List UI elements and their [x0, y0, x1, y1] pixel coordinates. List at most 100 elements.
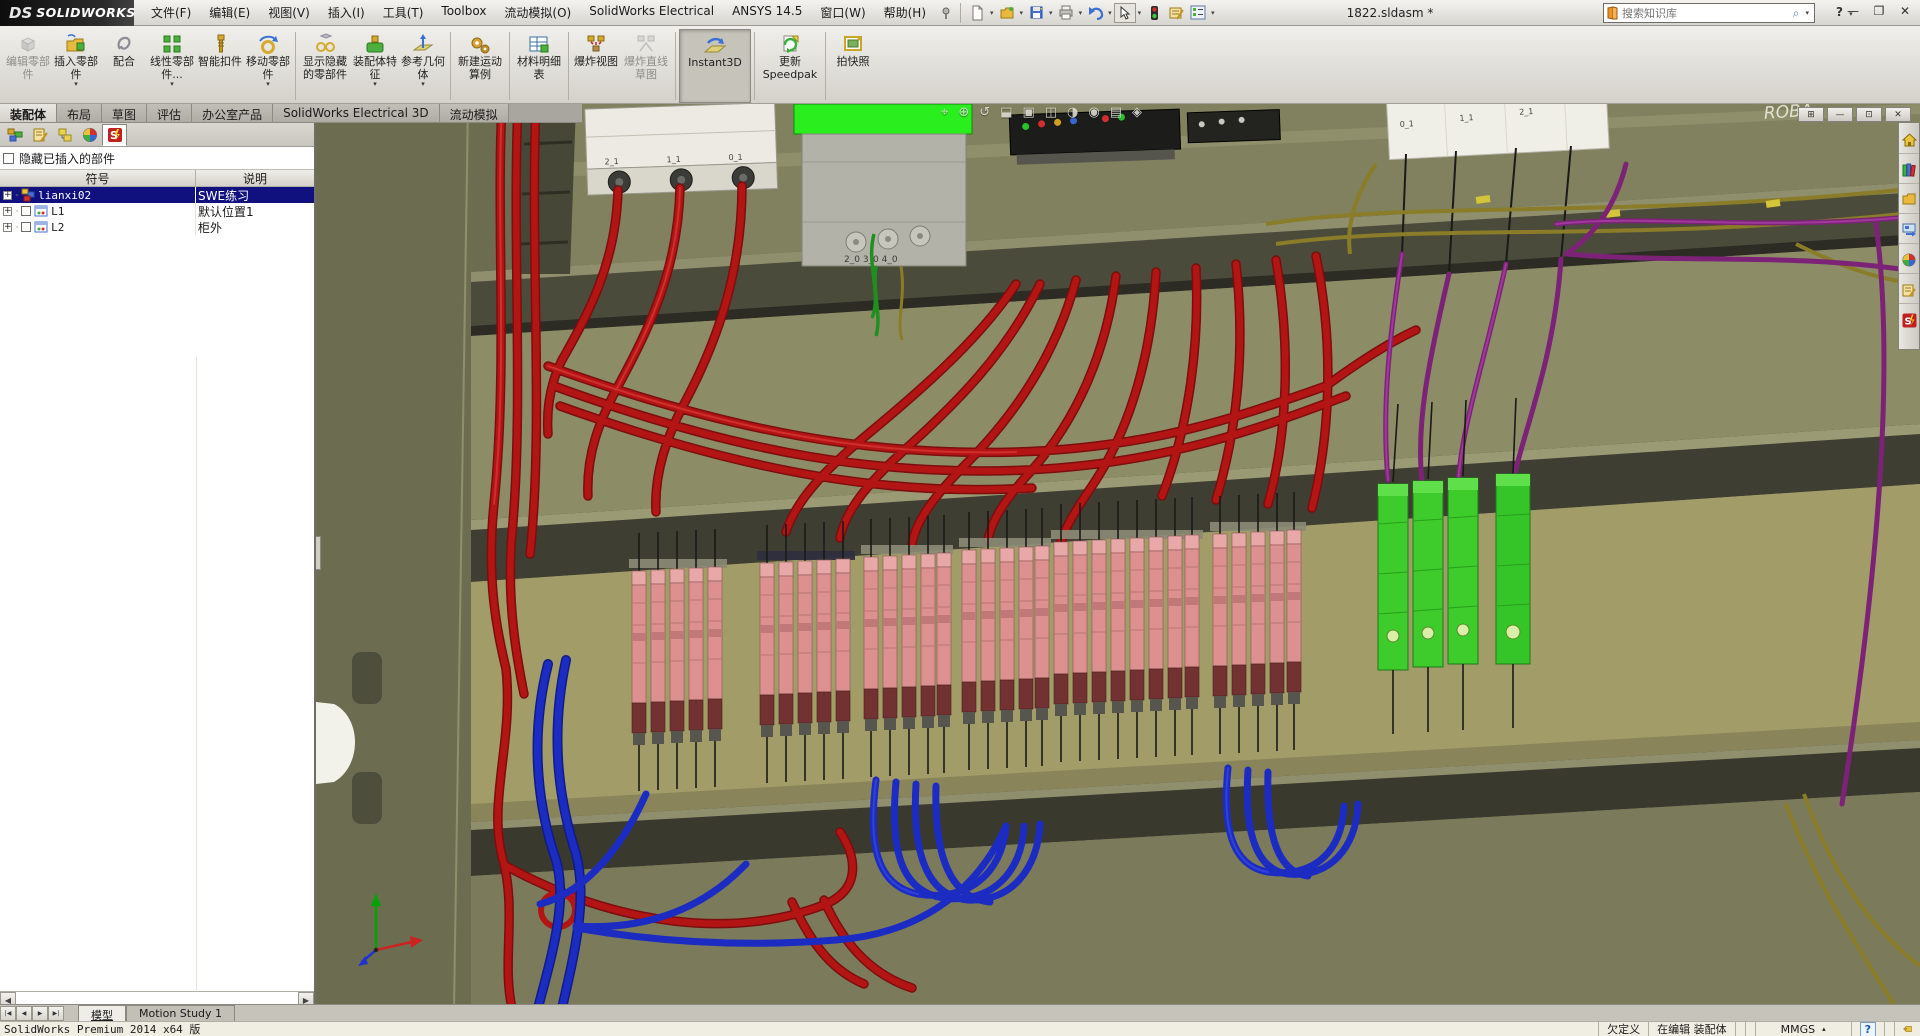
next-tab-icon[interactable]: ▶	[32, 1006, 48, 1021]
restore-button[interactable]: ❐	[1870, 4, 1888, 18]
row-checkbox[interactable]	[21, 206, 31, 216]
select-dropdown-caret[interactable]: ▾	[1138, 9, 1142, 17]
mate-button[interactable]: 配合	[100, 29, 148, 103]
file-explorer-icon[interactable]	[1899, 186, 1919, 214]
expand-icon[interactable]: +	[3, 191, 12, 200]
view-orientation-icon[interactable]: ▣	[1022, 105, 1034, 120]
tree-row-l2[interactable]: +·· L2 柜外	[0, 219, 314, 235]
solidworks-electrical-icon[interactable]: S	[1899, 306, 1919, 334]
pin-menu-icon[interactable]	[937, 4, 955, 22]
hide-inserted-checkbox[interactable]	[3, 153, 14, 164]
menu-ansys[interactable]: ANSYS 14.5	[723, 0, 811, 25]
exploded-view-button[interactable]: 爆炸视图	[572, 29, 620, 103]
search-magnifier-icon[interactable]: ⌕	[1793, 6, 1800, 21]
new-dropdown-caret[interactable]: ▾	[990, 9, 994, 17]
edit-appearance-icon[interactable]: ◉	[1088, 105, 1099, 120]
section-view-icon[interactable]: ⬓	[1000, 105, 1012, 120]
linear-pattern-button[interactable]: 线性零部件...▾	[148, 29, 196, 103]
symbol-column-header[interactable]: 符号	[0, 170, 196, 186]
minimize-button[interactable]: —	[1844, 4, 1862, 18]
view-settings-icon[interactable]: ◈	[1132, 105, 1142, 120]
solidworks-resources-icon[interactable]	[1899, 126, 1919, 154]
move-component-button[interactable]: 移动零部件▾	[244, 29, 292, 103]
open-icon[interactable]	[996, 3, 1018, 23]
print-dropdown-caret[interactable]: ▾	[1079, 9, 1083, 17]
display-style-icon[interactable]: ◫	[1045, 105, 1057, 120]
menu-file[interactable]: 文件(F)	[142, 0, 200, 25]
tree-row-l1[interactable]: +·· L1 默认位置1	[0, 203, 314, 219]
motion-study-tab[interactable]: Motion Study 1	[126, 1005, 235, 1021]
tab-assembly[interactable]: 装配体	[0, 104, 57, 122]
close-button[interactable]: ✕	[1896, 4, 1914, 18]
custom-properties-icon[interactable]	[1899, 276, 1919, 304]
status-help-button[interactable]: ?	[1851, 1022, 1884, 1036]
tab-sketch[interactable]: 草图	[102, 104, 147, 122]
last-tab-icon[interactable]: ▶|	[48, 1006, 64, 1021]
previous-view-icon[interactable]: ↺	[979, 105, 990, 120]
description-column-header[interactable]: 说明	[196, 170, 314, 186]
menu-flow-simulation[interactable]: 流动模拟(O)	[495, 0, 580, 25]
take-snapshot-button[interactable]: 拍快照	[829, 29, 877, 103]
close-document-icon[interactable]: ✕	[1885, 107, 1911, 122]
expand-icon[interactable]: +	[3, 223, 12, 232]
display-manager-tab[interactable]	[77, 124, 102, 146]
tab-evaluate[interactable]: 评估	[147, 104, 192, 122]
rebuild-traffic-light-icon[interactable]	[1143, 3, 1165, 23]
zoom-fit-icon[interactable]: ⌖	[941, 105, 948, 120]
menu-tools[interactable]: 工具(T)	[374, 0, 433, 25]
file-properties-icon[interactable]	[1165, 3, 1187, 23]
units-selector[interactable]: MMGS ▴	[1755, 1022, 1851, 1036]
menu-edit[interactable]: 编辑(E)	[200, 0, 259, 25]
undo-dropdown-caret[interactable]: ▾	[1108, 9, 1112, 17]
tag-icon[interactable]	[1894, 1022, 1920, 1036]
select-cursor-icon[interactable]	[1114, 3, 1136, 23]
model-tab[interactable]: 模型	[78, 1005, 126, 1021]
insert-component-button[interactable]: 插入零部件▾	[52, 29, 100, 103]
options-dropdown-caret[interactable]: ▾	[1211, 9, 1215, 17]
options-icon[interactable]	[1187, 3, 1209, 23]
menu-solidworks-electrical[interactable]: SolidWorks Electrical	[580, 0, 723, 25]
previous-tab-icon[interactable]: ◀	[16, 1006, 32, 1021]
menu-view[interactable]: 视图(V)	[259, 0, 319, 25]
tab-flow-simulation[interactable]: 流动模拟	[440, 104, 509, 122]
minimize-document-icon[interactable]: —	[1827, 107, 1853, 122]
undo-icon[interactable]	[1084, 3, 1106, 23]
tree-row-lianxi02[interactable]: +·· lianxi02 SWE练习	[0, 187, 314, 203]
print-icon[interactable]	[1055, 3, 1077, 23]
configuration-manager-tab[interactable]	[52, 124, 77, 146]
search-dropdown-caret[interactable]: ▾	[1805, 9, 1809, 17]
zoom-area-icon[interactable]: ⊕	[958, 105, 969, 120]
instant3d-button[interactable]: Instant3D	[679, 29, 751, 103]
update-speedpak-button[interactable]: 更新Speedpak	[758, 29, 822, 103]
open-dropdown-caret[interactable]: ▾	[1020, 9, 1024, 17]
search-input[interactable]	[1622, 7, 1789, 20]
feature-manager-tab[interactable]	[2, 124, 27, 146]
first-tab-icon[interactable]: |◀	[0, 1006, 16, 1021]
menu-help[interactable]: 帮助(H)	[875, 0, 935, 25]
design-library-icon[interactable]	[1899, 156, 1919, 184]
save-icon[interactable]	[1025, 3, 1047, 23]
electrical-manager-tab[interactable]: S	[102, 124, 127, 146]
reference-geometry-button[interactable]: 参考几何体▾	[399, 29, 447, 103]
knowledge-search-box[interactable]: ⌕ ▾	[1603, 3, 1815, 23]
row-checkbox[interactable]	[21, 222, 31, 232]
tab-layout[interactable]: 布局	[57, 104, 102, 122]
smart-fasteners-button[interactable]: 智能扣件	[196, 29, 244, 103]
graphics-area[interactable]: 2_1 1_1 0_1 2_0 3_0 4_0	[316, 104, 1920, 1008]
appearances-scenes-icon[interactable]	[1899, 246, 1919, 274]
assembly-features-button[interactable]: 装配体特征▾	[351, 29, 399, 103]
new-document-icon[interactable]	[966, 3, 988, 23]
menu-insert[interactable]: 插入(I)	[319, 0, 374, 25]
save-dropdown-caret[interactable]: ▾	[1049, 9, 1053, 17]
expand-icon[interactable]: +	[3, 207, 12, 216]
apply-scene-icon[interactable]: ▤	[1110, 105, 1122, 120]
window-menu-icon[interactable]: ⊞	[1798, 107, 1824, 122]
new-motion-study-button[interactable]: 新建运动算例	[454, 29, 506, 103]
menu-toolbox[interactable]: Toolbox	[432, 0, 495, 25]
tab-office-products[interactable]: 办公室产品	[192, 104, 273, 122]
show-hidden-components-button[interactable]: 显示隐藏的零部件	[299, 29, 351, 103]
property-manager-tab[interactable]	[27, 124, 52, 146]
menu-window[interactable]: 窗口(W)	[811, 0, 874, 25]
bill-of-materials-button[interactable]: 材料明细表	[513, 29, 565, 103]
tab-solidworks-electrical-3d[interactable]: SolidWorks Electrical 3D	[273, 104, 440, 122]
